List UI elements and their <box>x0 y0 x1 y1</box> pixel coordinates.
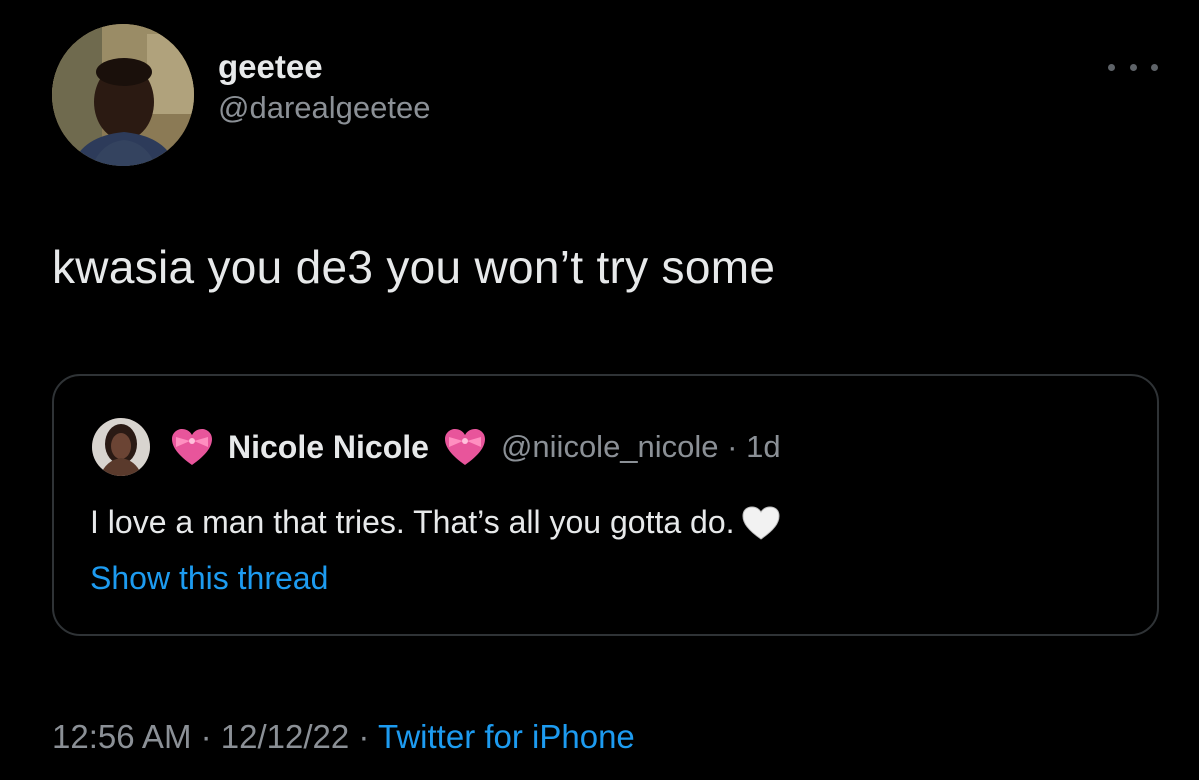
quoted-tweet-body: I love a man that tries. That’s all you … <box>90 504 735 540</box>
tweet-text: kwasia you de3 you won’t try some <box>52 241 776 293</box>
tweet-date[interactable]: 12/12/22 <box>221 718 349 755</box>
more-options-button[interactable] <box>1108 55 1158 79</box>
author-info: geetee @darealgeetee <box>218 48 430 128</box>
quoted-tweet-text: I love a man that tries. That’s all you … <box>90 504 781 541</box>
meta-separator: · <box>358 718 370 755</box>
quoted-author-avatar[interactable] <box>92 418 150 476</box>
quoted-author-handle-time[interactable]: @niicole_nicole · 1d <box>501 429 781 465</box>
author-handle[interactable]: @darealgeetee <box>218 88 430 128</box>
author-display-name[interactable]: geetee <box>218 48 430 86</box>
tweet-source-link[interactable]: Twitter for iPhone <box>378 718 635 755</box>
tweet-container: geetee @darealgeetee kwasia you de3 you … <box>0 0 1199 780</box>
show-thread-link[interactable]: Show this thread <box>90 560 328 597</box>
tweet-meta: 12:56 AM · 12/12/22 · Twitter for iPhone <box>52 718 635 756</box>
heart-with-ribbon-icon <box>443 427 487 467</box>
more-horizontal-icon <box>1108 63 1115 71</box>
quoted-author-name[interactable]: Nicole Nicole <box>228 429 429 466</box>
white-heart-icon <box>741 505 781 541</box>
meta-separator: · <box>200 718 212 755</box>
tweet-time[interactable]: 12:56 AM <box>52 718 191 755</box>
author-avatar[interactable] <box>52 24 194 166</box>
quoted-tweet-card[interactable]: Nicole Nicole @niicole_nicole · 1d I lov… <box>52 374 1159 636</box>
quoted-tweet-header: Nicole Nicole @niicole_nicole · 1d <box>92 418 781 476</box>
heart-with-ribbon-icon <box>170 427 214 467</box>
